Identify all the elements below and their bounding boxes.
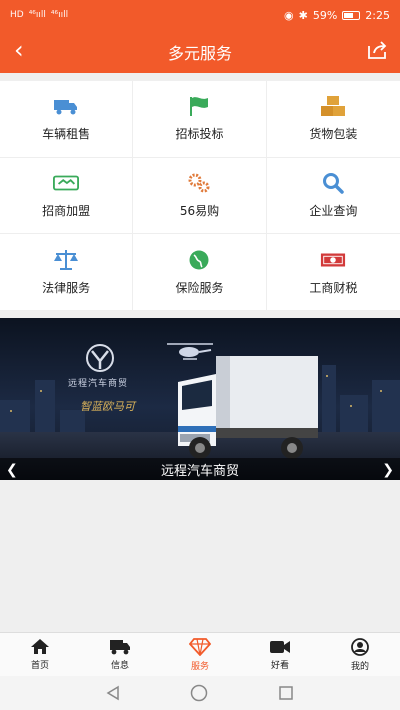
money-icon bbox=[320, 249, 346, 271]
tab-label: 好看 bbox=[270, 660, 289, 671]
bluetooth-icon: ✱ bbox=[298, 8, 308, 22]
share-icon[interactable] bbox=[366, 40, 388, 60]
service-bidding[interactable]: 招标投标 bbox=[133, 81, 267, 158]
banner-slogan: 智蓝欧马可 bbox=[80, 400, 135, 413]
service-legal[interactable]: 法律服务 bbox=[0, 234, 134, 311]
truck-illustration bbox=[178, 356, 318, 459]
system-nav-bar bbox=[0, 676, 400, 710]
flag-icon bbox=[186, 95, 212, 117]
service-label: 招标投标 bbox=[175, 127, 224, 142]
gears-icon bbox=[186, 172, 212, 194]
tab-label: 我的 bbox=[350, 661, 369, 672]
tab-watch[interactable]: 好看 bbox=[240, 633, 320, 676]
home-icon bbox=[31, 639, 49, 654]
diamond-icon bbox=[189, 637, 211, 656]
service-company-search[interactable]: 企业查询 bbox=[266, 158, 400, 235]
scales-icon bbox=[53, 249, 79, 271]
page-title: 多元服务 bbox=[167, 43, 232, 63]
battery-percent: 59% bbox=[312, 8, 338, 22]
battery-icon bbox=[342, 10, 361, 20]
boxes-icon bbox=[320, 95, 346, 117]
service-franchise[interactable]: 招商加盟 bbox=[0, 157, 134, 235]
service-insurance[interactable]: 保险服务 bbox=[133, 234, 267, 311]
banner-next-icon[interactable]: ❯ bbox=[382, 462, 394, 478]
recents-square-icon[interactable] bbox=[278, 685, 294, 701]
status-bar: HD ⁴⁶ııll ⁴⁶ııll ◉ ✱ 59% 2:25 bbox=[0, 0, 400, 30]
tab-label: 服务 bbox=[190, 661, 209, 672]
tab-service[interactable]: 服务 bbox=[160, 633, 240, 676]
video-icon bbox=[270, 640, 290, 653]
handshake-icon bbox=[53, 172, 80, 194]
chevron-left-icon[interactable]: ‹ bbox=[14, 38, 24, 62]
brand-logo bbox=[86, 344, 114, 372]
service-56-shop[interactable]: 56易购 bbox=[133, 157, 267, 235]
service-label: 企业查询 bbox=[309, 203, 358, 218]
globe-icon bbox=[186, 249, 212, 271]
nav-bar: ‹ 多元服务 bbox=[0, 30, 400, 73]
clock: 2:25 bbox=[365, 8, 390, 22]
tab-home[interactable]: 首页 bbox=[0, 633, 80, 676]
brand-logo-text: 远程汽车商贸 bbox=[68, 379, 129, 389]
tab-label: 首页 bbox=[30, 661, 49, 671]
service-label: 车辆租售 bbox=[42, 127, 91, 142]
hd-indicator: HD bbox=[10, 10, 24, 20]
service-label: 招商加盟 bbox=[42, 203, 91, 218]
banner-prev-icon[interactable]: ❮ bbox=[6, 462, 18, 478]
service-packaging[interactable]: 货物包装 bbox=[266, 81, 400, 158]
user-icon bbox=[351, 637, 369, 656]
truck-icon bbox=[53, 95, 79, 117]
promo-banner[interactable]: 远程汽车商贸 智蓝欧马可 远程汽车商贸 ❮ ❯ bbox=[0, 318, 400, 480]
search-icon bbox=[320, 172, 346, 194]
tab-info[interactable]: 信息 bbox=[80, 633, 160, 676]
eye-icon: ◉ bbox=[284, 8, 294, 22]
tab-mine[interactable]: 我的 bbox=[320, 633, 400, 676]
back-triangle-icon[interactable] bbox=[106, 685, 120, 701]
service-vehicle-sales[interactable]: 车辆租售 bbox=[0, 81, 134, 158]
service-label: 工商财税 bbox=[309, 280, 358, 295]
banner-caption: 远程汽车商贸 bbox=[0, 458, 400, 480]
services-grid: 车辆租售 招标投标 货物包装 招商加盟 56易购 企业查询 法律服务 保险服务 … bbox=[0, 81, 400, 311]
service-label: 货物包装 bbox=[309, 127, 358, 142]
signal-2: ⁴⁶ııll bbox=[50, 10, 69, 20]
service-label: 保险服务 bbox=[175, 280, 224, 295]
app-header: HD ⁴⁶ııll ⁴⁶ııll ◉ ✱ 59% 2:25 ‹ 多元服务 bbox=[0, 0, 400, 73]
home-circle-icon[interactable] bbox=[190, 684, 208, 702]
tab-label: 信息 bbox=[110, 660, 129, 671]
bottom-tab-bar: 首页 信息 服务 好看 我的 bbox=[0, 632, 400, 676]
service-label: 法律服务 bbox=[42, 280, 91, 295]
service-label: 56易购 bbox=[179, 203, 220, 218]
service-tax[interactable]: 工商财税 bbox=[266, 234, 400, 311]
signal-1: ⁴⁶ııll bbox=[28, 10, 46, 20]
truck-icon bbox=[110, 639, 130, 654]
